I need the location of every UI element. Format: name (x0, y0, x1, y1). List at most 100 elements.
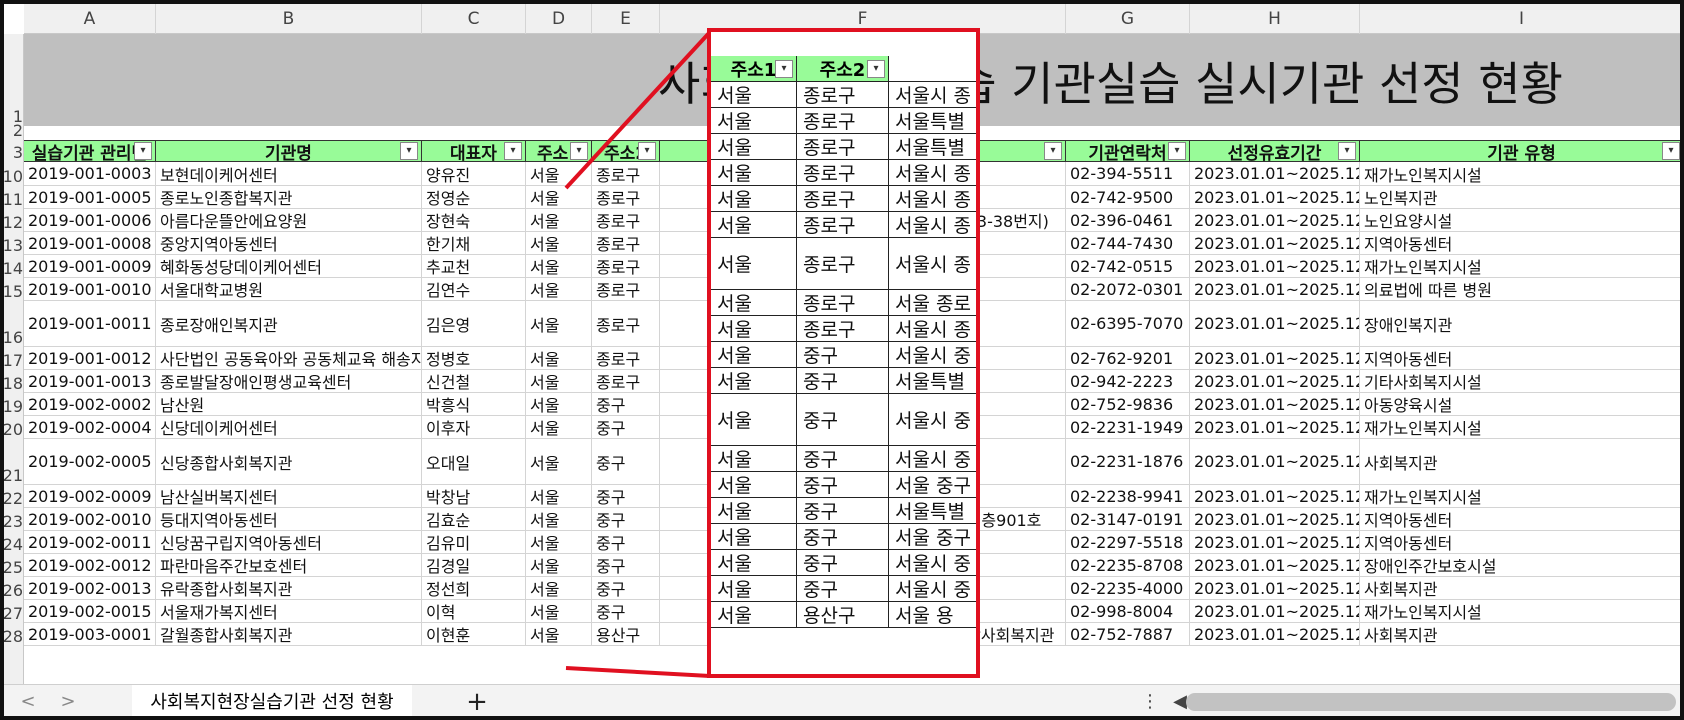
table-cell[interactable]: 2019-002-0013 (24, 577, 156, 600)
table-cell[interactable]: 노인요양시설 (1360, 209, 1684, 232)
popup-cell[interactable]: 서울 (711, 160, 797, 186)
row-header[interactable]: 27 (0, 600, 24, 623)
table-cell[interactable]: 2019-002-0012 (24, 554, 156, 577)
table-cell[interactable]: 2023.01.01~2025.12.31. (1190, 255, 1360, 278)
table-cell[interactable]: 서울 (526, 577, 592, 600)
row-header[interactable]: 1 (0, 34, 24, 126)
table-cell[interactable]: 지역아동센터 (1360, 347, 1684, 370)
row-header[interactable]: 3 (0, 140, 24, 162)
table-cell[interactable]: 서울 (526, 439, 592, 485)
table-cell[interactable]: 2023.01.01~2025.12.31. (1190, 508, 1360, 531)
popup-cell[interactable]: 종로구 (797, 290, 889, 316)
popup-cell[interactable]: 서울시 종 (889, 238, 976, 290)
header-cell-h[interactable]: 선정유효기간 (1190, 140, 1360, 162)
table-cell[interactable]: 남산원 (156, 393, 422, 416)
popup-cell[interactable]: 서울시 중 (889, 446, 976, 472)
row-header[interactable]: 18 (0, 370, 24, 393)
column-header-i[interactable]: I (1360, 4, 1684, 34)
table-cell[interactable]: 중구 (592, 508, 660, 531)
popup-cell[interactable]: 중구 (797, 368, 889, 394)
column-header-a[interactable]: A (24, 4, 156, 34)
header-cell-i[interactable]: 기관 유형 (1360, 140, 1684, 162)
popup-cell[interactable]: 서울 종로 (889, 290, 976, 316)
table-cell[interactable]: 오대일 (422, 439, 526, 485)
table-cell[interactable]: 2019-001-0008 (24, 232, 156, 255)
table-cell[interactable]: 서울 (526, 301, 592, 347)
popup-cell[interactable]: 서울시 종 (889, 212, 976, 238)
popup-cell[interactable]: 서울 (711, 238, 797, 290)
row-header[interactable]: 12 (0, 209, 24, 232)
table-cell[interactable]: 김은영 (422, 301, 526, 347)
table-cell[interactable]: 종로구 (592, 232, 660, 255)
filter-dropdown-icon[interactable]: ▾ (1168, 142, 1186, 160)
table-cell[interactable]: 서울 (526, 186, 592, 209)
popup-cell[interactable]: 서울시 중 (889, 394, 976, 446)
table-cell[interactable]: 02-2238-9941 (1066, 485, 1190, 508)
row-header[interactable]: 28 (0, 623, 24, 646)
table-cell[interactable]: 02-2072-0301 (1066, 278, 1190, 301)
table-cell[interactable]: 중앙지역아동센터 (156, 232, 422, 255)
table-cell[interactable]: 사단법인 공동육아와 공동체교육 해송지 (156, 347, 422, 370)
table-cell[interactable]: 02-752-7887 (1066, 623, 1190, 646)
table-cell[interactable]: 사회복지관 (1360, 439, 1684, 485)
table-cell[interactable]: 2019-001-0013 (24, 370, 156, 393)
table-cell[interactable]: 종로발달장애인평생교육센터 (156, 370, 422, 393)
table-cell[interactable]: 2023.01.01~2025.12.31. (1190, 416, 1360, 439)
table-cell[interactable]: 2019-002-0010 (24, 508, 156, 531)
table-cell[interactable]: 지역아동센터 (1360, 508, 1684, 531)
table-cell[interactable]: 02-2231-1876 (1066, 439, 1190, 485)
table-cell[interactable]: 02-998-8004 (1066, 600, 1190, 623)
popup-cell[interactable]: 서울특별 (889, 134, 976, 160)
popup-cell[interactable]: 중구 (797, 576, 889, 602)
table-cell[interactable]: 중구 (592, 554, 660, 577)
popup-filter-dropdown-icon[interactable]: ▾ (867, 60, 885, 78)
table-cell[interactable]: 박창남 (422, 485, 526, 508)
table-cell[interactable]: 종로구 (592, 347, 660, 370)
popup-cell[interactable]: 서울 (711, 576, 797, 602)
table-cell[interactable]: 2023.01.01~2025.12.31. (1190, 485, 1360, 508)
row-header[interactable]: 13 (0, 232, 24, 255)
row-header[interactable]: 14 (0, 255, 24, 278)
popup-cell[interactable]: 서울 (711, 82, 797, 108)
table-cell[interactable]: 중구 (592, 577, 660, 600)
table-cell[interactable]: 2019-001-0003 (24, 162, 156, 186)
table-cell[interactable]: 중구 (592, 600, 660, 623)
table-cell[interactable]: 노인복지관 (1360, 186, 1684, 209)
table-cell[interactable]: 서울 (526, 416, 592, 439)
filter-dropdown-icon[interactable]: ▾ (134, 142, 152, 160)
table-cell[interactable]: 2023.01.01~2025.12.31. (1190, 554, 1360, 577)
table-cell[interactable]: 2023.01.01~2025.12.31. (1190, 623, 1360, 646)
table-cell[interactable]: 재가노인복지시설 (1360, 255, 1684, 278)
table-cell[interactable]: 중구 (592, 439, 660, 485)
popup-cell[interactable]: 서울 (711, 524, 797, 550)
table-cell[interactable]: 이현훈 (422, 623, 526, 646)
table-cell[interactable]: 김효순 (422, 508, 526, 531)
table-cell[interactable]: 2023.01.01~2025.12.31. (1190, 600, 1360, 623)
table-cell[interactable]: 2023.01.01~2025.12.31. (1190, 209, 1360, 232)
table-cell[interactable]: 2019-001-0010 (24, 278, 156, 301)
table-cell[interactable]: 종로구 (592, 162, 660, 186)
table-cell[interactable]: 장애인복지관 (1360, 301, 1684, 347)
table-cell[interactable]: 02-6395-7070 (1066, 301, 1190, 347)
table-cell[interactable]: 한기채 (422, 232, 526, 255)
next-sheet-button[interactable]: > (56, 689, 80, 715)
popup-cell[interactable]: 중구 (797, 498, 889, 524)
table-cell[interactable]: 2023.01.01~2025.12.31. (1190, 301, 1360, 347)
table-cell[interactable]: 02-744-7430 (1066, 232, 1190, 255)
row-header[interactable]: 20 (0, 416, 24, 439)
table-cell[interactable]: 재가노인복지시설 (1360, 600, 1684, 623)
table-cell[interactable]: 서울 (526, 255, 592, 278)
table-cell[interactable]: 이후자 (422, 416, 526, 439)
table-cell[interactable]: 2019-002-0004 (24, 416, 156, 439)
table-cell[interactable]: 아동양육시설 (1360, 393, 1684, 416)
table-cell[interactable]: 기타사회복지시설 (1360, 370, 1684, 393)
table-cell[interactable]: 김경일 (422, 554, 526, 577)
table-cell[interactable]: 02-762-9201 (1066, 347, 1190, 370)
popup-cell[interactable]: 서울 (711, 446, 797, 472)
table-cell[interactable]: 신당꿈구립지역아동센터 (156, 531, 422, 554)
table-cell[interactable]: 02-3147-0191 (1066, 508, 1190, 531)
table-cell[interactable]: 서울 (526, 232, 592, 255)
popup-cell[interactable]: 서울 (711, 212, 797, 238)
popup-cell[interactable]: 종로구 (797, 316, 889, 342)
filter-dropdown-icon[interactable]: ▾ (570, 142, 588, 160)
